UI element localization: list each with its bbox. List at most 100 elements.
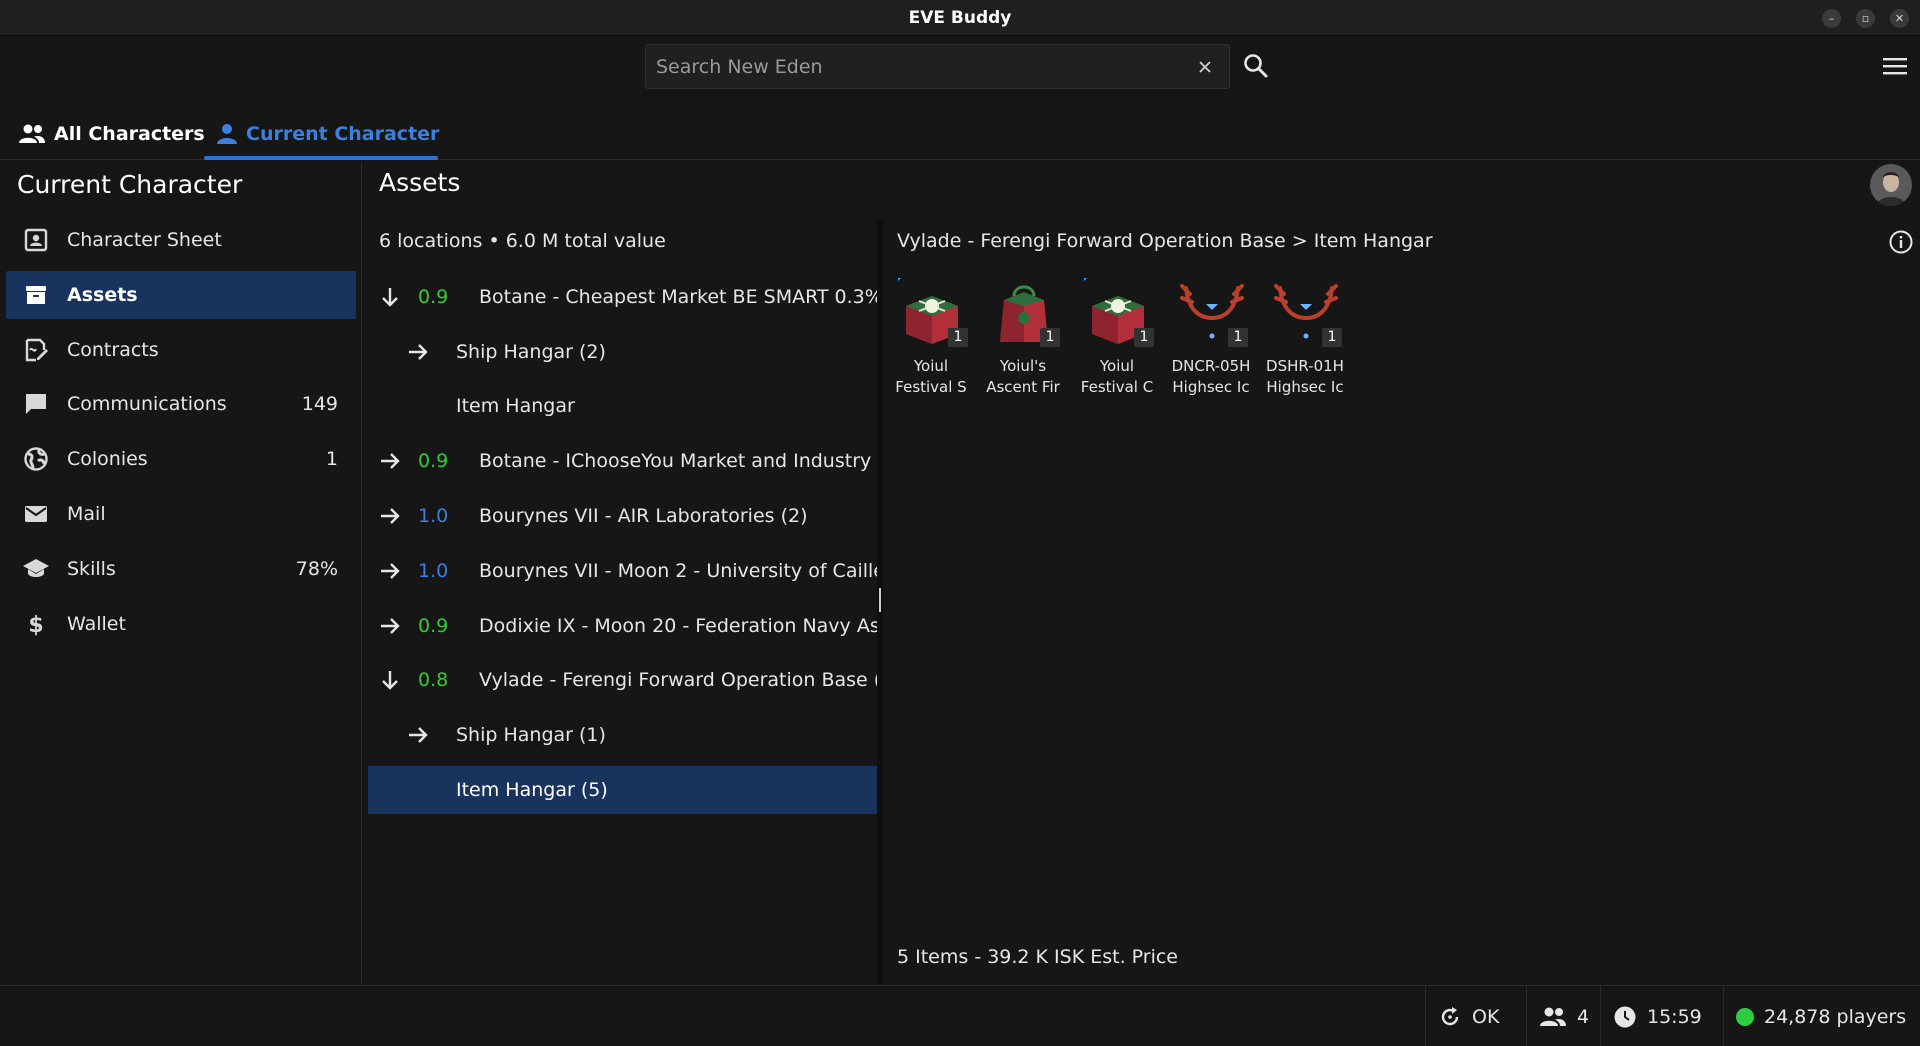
- search-box: [645, 44, 1230, 89]
- tree-row-label: Dodixie IX - Moon 20 - Federation Navy A…: [479, 615, 877, 637]
- minimize-button[interactable]: –: [1822, 9, 1841, 28]
- tab-all-characters[interactable]: All Characters: [18, 108, 205, 160]
- item-name-line: Ascent Fir: [986, 378, 1060, 396]
- arrow-right-icon[interactable]: [378, 559, 402, 583]
- clock-icon: [1614, 1006, 1636, 1027]
- arrow-right-icon[interactable]: [406, 723, 430, 747]
- security-status: 1.0: [418, 560, 449, 582]
- search-icon[interactable]: [1242, 52, 1270, 80]
- toolbar: [0, 36, 1920, 96]
- asset-location-tree: 6 locations • 6.0 M total value 0.9 Bota…: [363, 218, 877, 984]
- items-summary: 5 Items - 39.2 K ISK Est. Price: [897, 946, 1179, 968]
- item-name-line: Highsec Ic: [1266, 378, 1344, 396]
- asset-item[interactable]: 1 Yoiul Festival S: [886, 278, 976, 398]
- arrow-right-icon[interactable]: [378, 449, 402, 473]
- breadcrumb: Vylade - Ferengi Forward Operation Base …: [897, 230, 1433, 252]
- mail-icon: [25, 506, 47, 522]
- eve-time-text: 15:59: [1647, 1005, 1702, 1028]
- title-bar: EVE Buddy – ▫ ✕: [0, 0, 1920, 36]
- item-name-line: Yoiul: [1099, 357, 1135, 375]
- split-grip-handle[interactable]: [879, 588, 881, 612]
- sidebar-item-label: Wallet: [67, 613, 126, 635]
- tree-row-location[interactable]: 0.9 Dodixie IX - Moon 20 - Federation Na…: [368, 602, 877, 650]
- tree-row-label: Ship Hangar (1): [456, 724, 606, 746]
- skills-progress-badge: 78%: [295, 558, 338, 580]
- tree-row-location[interactable]: 1.0 Bourynes VII - AIR Laboratories (2): [368, 492, 877, 540]
- tree-row-label: Bourynes VII - AIR Laboratories (2): [479, 505, 808, 527]
- sidebar-title: Current Character: [17, 170, 243, 199]
- sidebar-item-wallet[interactable]: $ Wallet: [6, 600, 356, 648]
- arrow-down-icon[interactable]: [378, 668, 402, 692]
- asset-item[interactable]: 1 Yoiul Festival C: [1072, 278, 1162, 398]
- tree-row-label: Item Hangar: [456, 395, 575, 417]
- item-name-line: Highsec Ic: [1172, 378, 1250, 396]
- characters-count: 4: [1577, 1005, 1590, 1028]
- arrow-right-icon[interactable]: [406, 340, 430, 364]
- person-icon: [217, 124, 237, 144]
- character-sheet-icon: [24, 228, 48, 252]
- character-portrait-icon: [1870, 164, 1912, 206]
- tree-row-label: Bourynes VII - Moon 2 - University of Ca…: [479, 560, 877, 582]
- sidebar-item-colonies[interactable]: Colonies 1: [6, 435, 356, 483]
- item-name: Yoiul Festival C: [1072, 356, 1162, 398]
- hamburger-menu-icon[interactable]: [1882, 54, 1908, 78]
- sidebar-item-character-sheet[interactable]: Character Sheet: [6, 216, 356, 264]
- characters-status[interactable]: 4: [1526, 986, 1600, 1046]
- item-hangar-panel: Vylade - Ferengi Forward Operation Base …: [884, 218, 1920, 984]
- sidebar-item-label: Character Sheet: [67, 229, 222, 251]
- tree-row-hangar[interactable]: Ship Hangar (2): [368, 328, 877, 376]
- tree-row-location[interactable]: 1.0 Bourynes VII - Moon 2 - University o…: [368, 547, 877, 595]
- sidebar-item-label: Colonies: [67, 448, 148, 470]
- security-status: 0.8: [418, 669, 449, 691]
- arrow-right-icon[interactable]: [378, 614, 402, 638]
- tree-row-location[interactable]: 0.8 Vylade - Ferengi Forward Operation B…: [368, 656, 877, 704]
- sidebar-item-label: Mail: [67, 503, 106, 525]
- arrow-right-icon[interactable]: [378, 504, 402, 528]
- security-status: 1.0: [418, 505, 449, 527]
- security-status: 0.9: [418, 615, 449, 637]
- tree-row-label: Botane - IChooseYou Market and Industry …: [479, 450, 877, 472]
- item-name-line: Festival S: [895, 378, 967, 396]
- sidebar-item-contracts[interactable]: Contracts: [6, 326, 356, 374]
- security-status: 0.9: [418, 450, 449, 472]
- chat-icon: [26, 394, 46, 414]
- contract-icon: [25, 338, 48, 362]
- tab-current-character[interactable]: Current Character: [216, 108, 439, 160]
- sidebar-item-label: Communications: [67, 393, 227, 415]
- tree-row-label: Item Hangar (5): [456, 779, 608, 801]
- online-indicator-icon: [1736, 1007, 1754, 1026]
- tree-row-location[interactable]: 0.9 Botane - IChooseYou Market and Indus…: [368, 437, 877, 485]
- sidebar-item-label: Skills: [67, 558, 116, 580]
- tree-row-hangar-selected[interactable]: Item Hangar (5): [368, 766, 877, 814]
- tree-row-location[interactable]: 0.9 Botane - Cheapest Market BE SMART 0.…: [368, 273, 877, 321]
- server-status[interactable]: 24,878 players: [1723, 986, 1920, 1046]
- refresh-icon: [1441, 1006, 1459, 1025]
- tree-row-hangar[interactable]: Ship Hangar (1): [368, 711, 877, 759]
- colonies-count-badge: 1: [325, 448, 338, 470]
- eve-time: 15:59: [1600, 986, 1723, 1046]
- esi-status[interactable]: OK: [1425, 986, 1526, 1046]
- sidebar-item-mail[interactable]: Mail: [6, 490, 356, 538]
- item-name-line: Yoiul's: [999, 357, 1047, 375]
- page-title: Assets: [379, 168, 461, 197]
- search-input[interactable]: [646, 45, 1186, 88]
- sidebar-item-label: Contracts: [67, 339, 159, 361]
- sidebar-item-label: Assets: [67, 284, 138, 306]
- maximize-button[interactable]: ▫: [1856, 9, 1875, 28]
- assets-summary: 6 locations • 6.0 M total value: [379, 230, 666, 252]
- asset-item[interactable]: 1 Yoiul's Ascent Fir: [978, 278, 1068, 398]
- tree-row-hangar[interactable]: Item Hangar: [368, 382, 877, 430]
- info-icon[interactable]: [1888, 229, 1914, 255]
- asset-item[interactable]: 1 DSHR-01H Highsec Ic: [1260, 278, 1350, 398]
- arrow-down-icon[interactable]: [378, 285, 402, 309]
- item-name-line: Yoiul: [913, 357, 949, 375]
- avatar[interactable]: [1870, 164, 1912, 206]
- sidebar-item-assets[interactable]: Assets: [6, 271, 356, 319]
- tree-row-label: Ship Hangar (2): [456, 341, 606, 363]
- sidebar-item-communications[interactable]: Communications 149: [6, 380, 356, 428]
- sidebar-item-skills[interactable]: Skills 78%: [6, 545, 356, 593]
- asset-item[interactable]: 1 DNCR-05H Highsec Ic: [1166, 278, 1256, 398]
- clear-icon[interactable]: [1195, 57, 1215, 77]
- close-window-button[interactable]: ✕: [1890, 9, 1909, 28]
- people-icon: [19, 124, 45, 143]
